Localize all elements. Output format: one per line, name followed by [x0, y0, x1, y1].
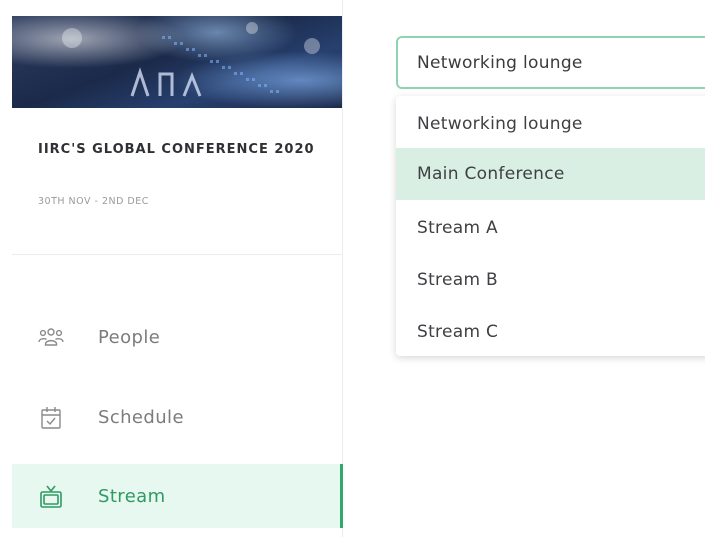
option-main-conference[interactable]: Main Conference	[396, 148, 705, 200]
calendar-check-icon	[38, 405, 64, 431]
sidebar-item-schedule[interactable]: Schedule	[12, 385, 343, 449]
stream-select[interactable]: Networking lounge	[396, 36, 705, 89]
stream-select-value: Networking lounge	[417, 53, 583, 73]
option-label: Main Conference	[417, 164, 565, 184]
option-label: Stream B	[417, 270, 498, 290]
option-networking-lounge[interactable]: Networking lounge	[396, 98, 705, 150]
option-label: Stream A	[417, 218, 498, 238]
option-stream-c[interactable]: Stream C	[396, 306, 705, 356]
sidebar: IIRC'S GLOBAL CONFERENCE 2020 30TH NOV -…	[0, 0, 343, 537]
option-stream-a[interactable]: Stream A	[396, 202, 705, 254]
sidebar-item-stream[interactable]: Stream	[12, 464, 343, 528]
sidebar-item-label: People	[98, 327, 161, 348]
event-dates: 30TH NOV - 2ND DEC	[38, 196, 149, 207]
stream-dropdown-menu: Networking lounge Main Conference Stream…	[396, 96, 705, 356]
option-label: Stream C	[417, 322, 499, 342]
sidebar-item-label: Stream	[98, 486, 166, 507]
event-title: IIRC'S GLOBAL CONFERENCE 2020	[38, 142, 315, 157]
page: IIRC'S GLOBAL CONFERENCE 2020 30TH NOV -…	[0, 0, 705, 537]
tv-icon	[38, 484, 64, 510]
sidebar-item-label: Schedule	[98, 407, 184, 428]
option-label: Networking lounge	[417, 114, 583, 134]
sidebar-divider	[12, 254, 343, 255]
event-banner-image	[12, 16, 342, 108]
people-icon	[38, 325, 64, 351]
option-stream-b[interactable]: Stream B	[396, 254, 705, 306]
sidebar-item-people[interactable]: People	[12, 305, 343, 369]
